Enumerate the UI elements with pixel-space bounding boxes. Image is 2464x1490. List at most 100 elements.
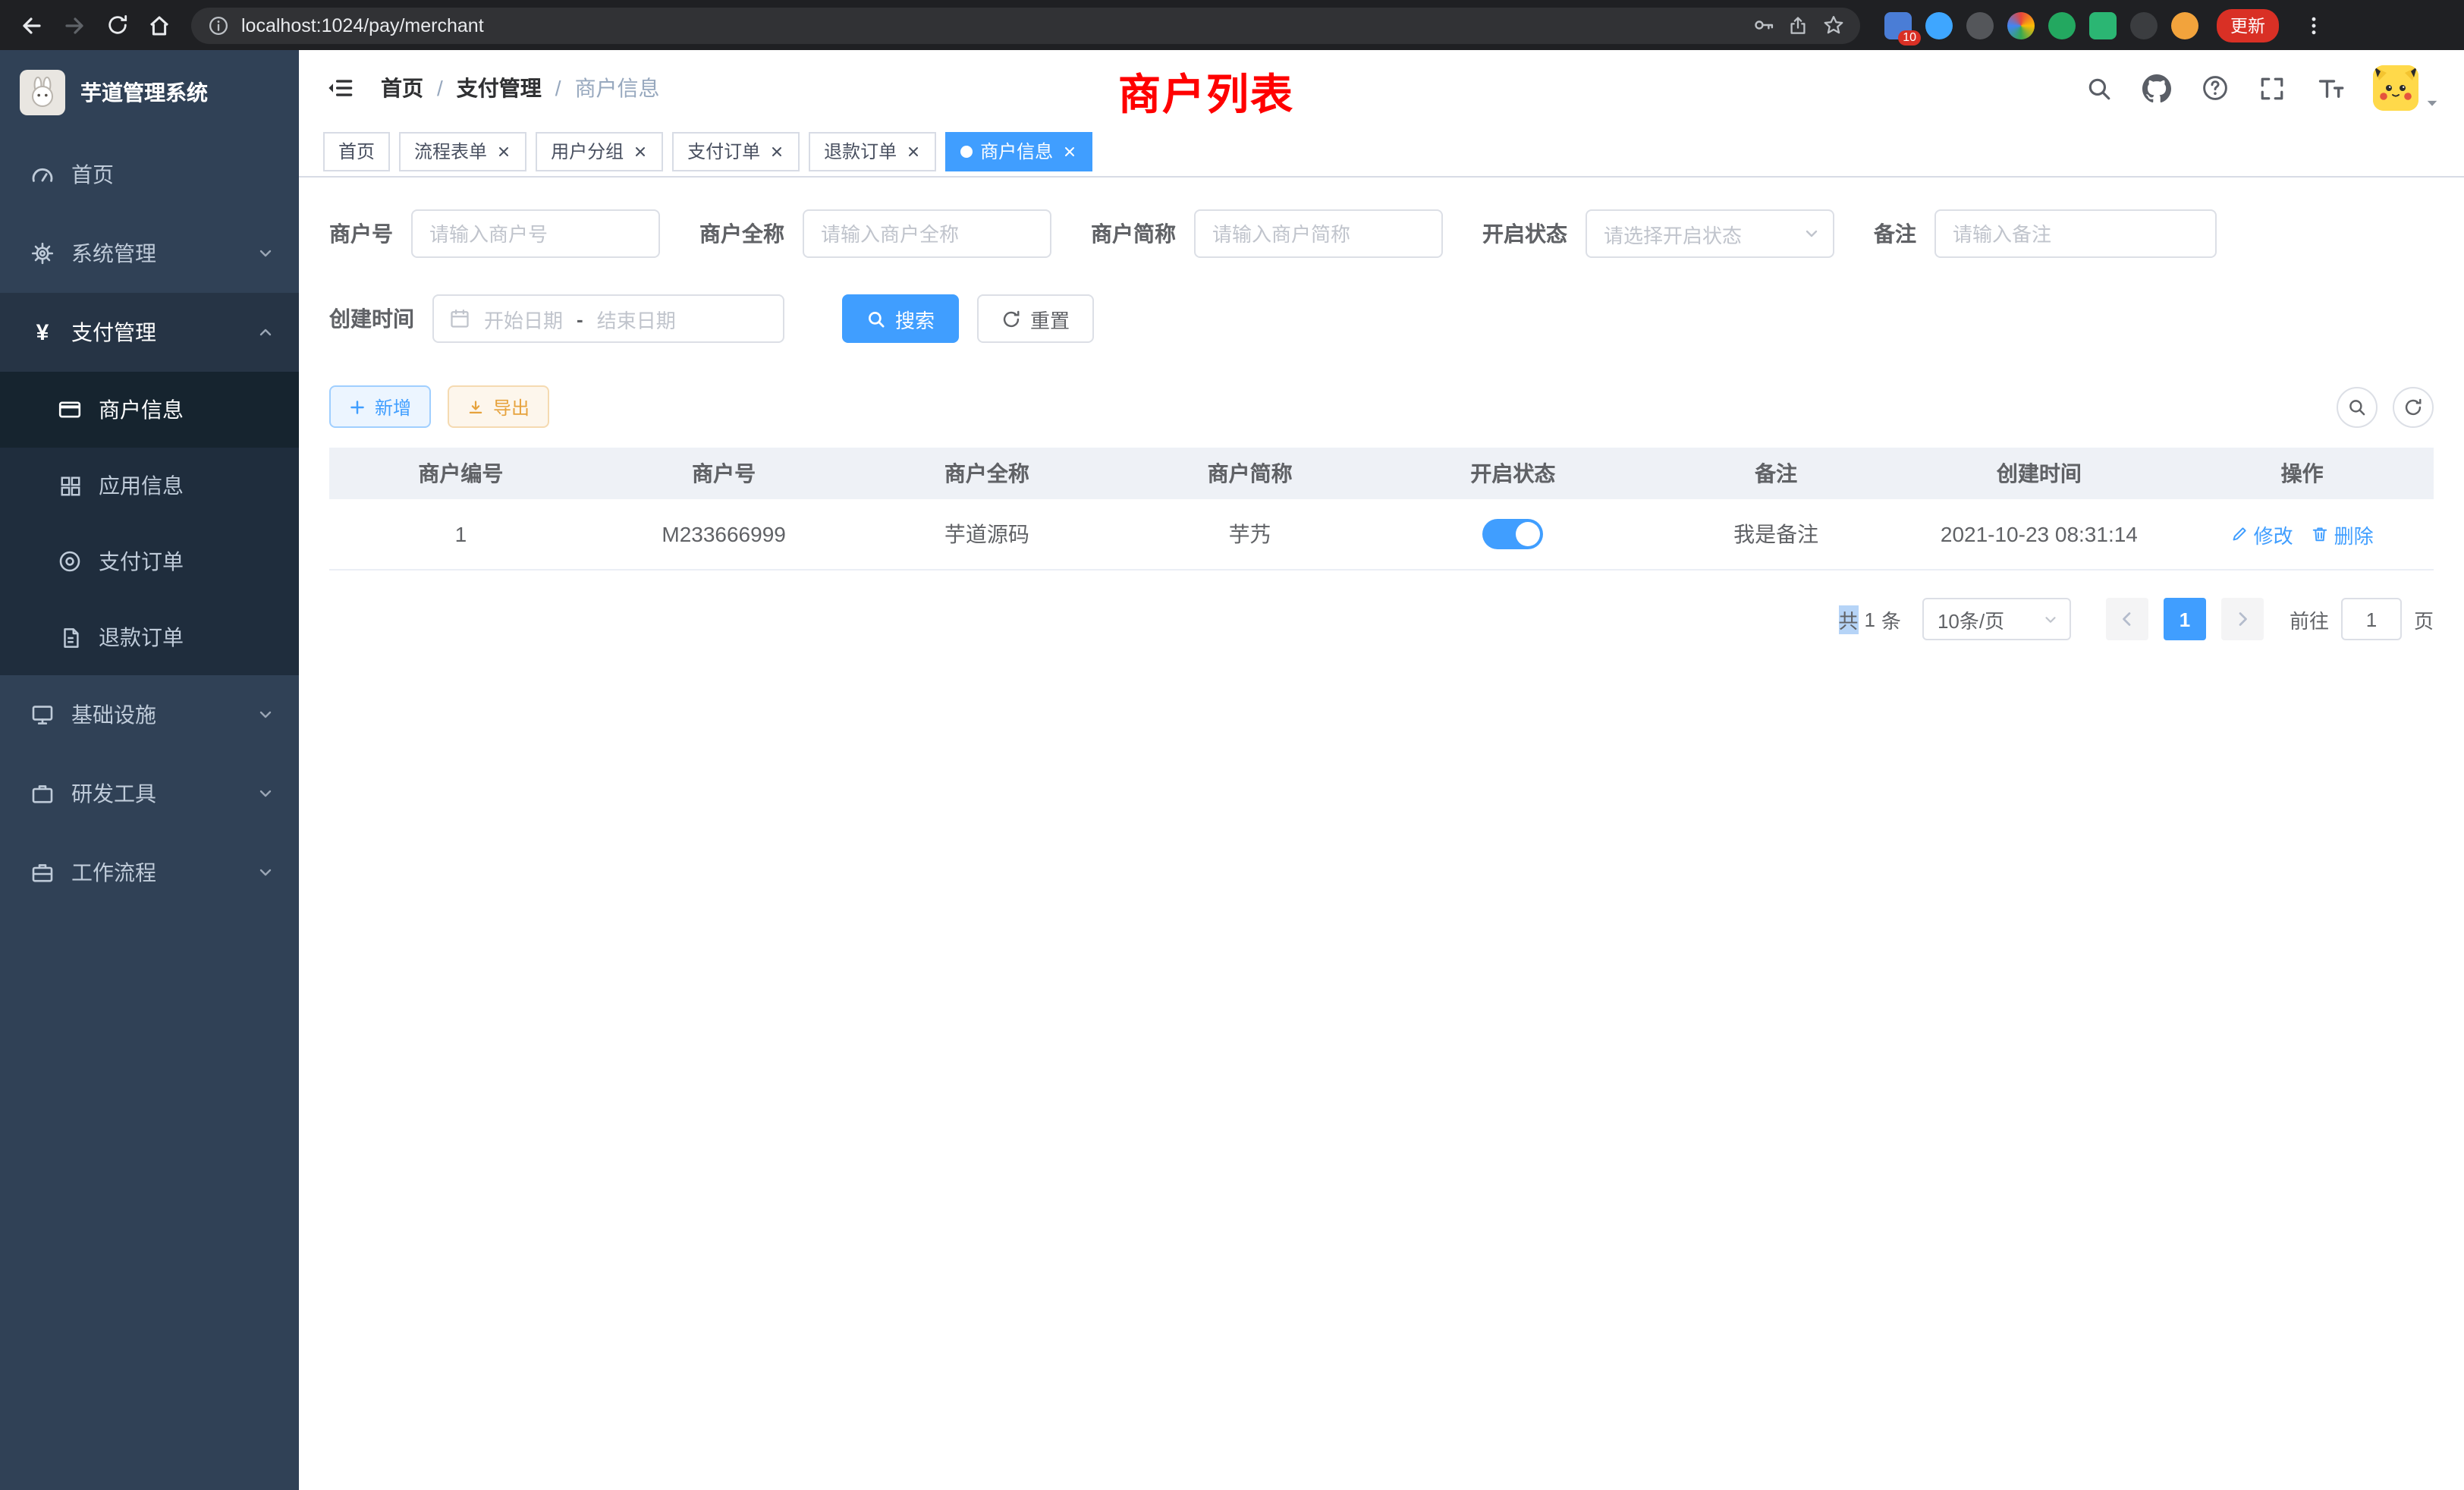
home-icon[interactable]	[140, 5, 179, 45]
col-header: 操作	[2170, 448, 2434, 499]
sidebar-item-home[interactable]: 首页	[0, 135, 299, 214]
fullscreen-icon[interactable]	[2258, 74, 2286, 102]
browser-menu-icon[interactable]	[2294, 5, 2334, 45]
sidebar-item-label: 应用信息	[99, 470, 184, 501]
font-size-icon[interactable]	[2315, 74, 2344, 102]
tab-home[interactable]: 首页	[323, 131, 390, 171]
edit-pencil-icon	[2231, 525, 2249, 543]
reload-icon[interactable]	[97, 5, 137, 45]
sidebar-item-pay[interactable]: ¥ 支付管理	[0, 293, 299, 372]
user-menu[interactable]	[2373, 65, 2440, 111]
app-title: 芋道管理系统	[80, 77, 208, 108]
delete-link[interactable]: 删除	[2312, 520, 2374, 549]
cell-merchant-id: 1	[329, 499, 592, 569]
status-select[interactable]: 请选择开启状态	[1586, 209, 1834, 258]
extension-icon-pin[interactable]	[2130, 11, 2158, 39]
sidebar-fold-icon[interactable]	[323, 71, 357, 105]
sidebar-item-merchant-info[interactable]: 商户信息	[0, 372, 299, 448]
search-button[interactable]: 搜索	[842, 294, 959, 343]
site-info-icon[interactable]	[206, 13, 231, 37]
breadcrumb-separator: /	[555, 76, 561, 100]
top-navbar: 首页 / 支付管理 / 商户信息 商户列表	[299, 50, 2464, 126]
table-body: 1 M233666999 芋道源码 芋艿 我是备注 2021-10-23 08:…	[329, 499, 2434, 571]
breadcrumb-home[interactable]: 首页	[381, 73, 423, 103]
tab-process-form[interactable]: 流程表单	[399, 131, 526, 171]
tab-user-group[interactable]: 用户分组	[536, 131, 663, 171]
sidebar-item-app-info[interactable]: 应用信息	[0, 448, 299, 523]
reset-button[interactable]: 重置	[977, 294, 1094, 343]
back-icon[interactable]	[12, 5, 52, 45]
export-button[interactable]: 导出	[448, 385, 549, 428]
close-icon[interactable]	[1061, 143, 1077, 159]
extension-icon-dark[interactable]	[1966, 11, 1994, 39]
sidebar-item-system[interactable]: 系统管理	[0, 214, 299, 293]
forward-icon[interactable]	[55, 5, 94, 45]
extension-icon-colorful[interactable]	[2007, 11, 2035, 39]
next-page-button[interactable]	[2221, 598, 2264, 640]
filter-merchant-no: 商户号	[329, 209, 660, 258]
sidebar-item-devtools[interactable]: 研发工具	[0, 754, 299, 833]
merchant-no-input[interactable]	[411, 209, 660, 258]
close-icon[interactable]	[631, 143, 648, 159]
avatar[interactable]	[2373, 65, 2418, 111]
extension-icon-green[interactable]	[2048, 11, 2076, 39]
filter-merchant-name: 商户全称	[699, 209, 1051, 258]
help-icon[interactable]	[2200, 74, 2229, 102]
extension-icon-notes[interactable]	[2089, 11, 2117, 39]
merchant-name-input[interactable]	[803, 209, 1051, 258]
col-header: 商户编号	[329, 448, 592, 499]
sidebar-item-label: 退款订单	[99, 622, 184, 652]
extension-icon-blue[interactable]: 10	[1884, 11, 1912, 39]
password-key-icon[interactable]	[1751, 13, 1775, 37]
close-icon[interactable]	[904, 143, 921, 159]
cell-status	[1381, 499, 1645, 569]
sidebar-item-refund-order[interactable]: 退款订单	[0, 599, 299, 675]
chevron-down-icon	[256, 244, 275, 262]
merchant-short-input[interactable]	[1194, 209, 1443, 258]
add-button[interactable]: 新增	[329, 385, 431, 428]
github-icon[interactable]	[2142, 74, 2171, 102]
tab-pay-order[interactable]: 支付订单	[672, 131, 800, 171]
filter-create-time: 创建时间 开始日期 - 结束日期	[329, 294, 784, 343]
sidebar-item-infra[interactable]: 基础设施	[0, 675, 299, 754]
chevron-down-icon	[256, 863, 275, 882]
tab-label: 用户分组	[551, 138, 624, 164]
delete-link-label: 删除	[2334, 520, 2374, 549]
edit-link[interactable]: 修改	[2231, 520, 2293, 549]
remark-input[interactable]	[1934, 209, 2217, 258]
app-logo[interactable]: 芋道管理系统	[0, 50, 299, 135]
page-number-1[interactable]: 1	[2164, 598, 2206, 640]
status-switch[interactable]	[1482, 519, 1543, 549]
extension-icon-drop[interactable]	[1925, 11, 1953, 39]
sidebar-item-label: 首页	[71, 159, 114, 190]
gear-icon	[30, 241, 55, 266]
search-icon[interactable]	[2085, 74, 2114, 102]
chrome-update-button[interactable]: 更新	[2217, 8, 2279, 42]
total-suffix: 条	[1881, 605, 1901, 633]
reset-button-label: 重置	[1030, 304, 1070, 333]
sidebar-item-workflow[interactable]: 工作流程	[0, 833, 299, 912]
page-size-select[interactable]: 10条/页	[1922, 598, 2071, 640]
close-icon[interactable]	[495, 143, 511, 159]
breadcrumb-pay[interactable]: 支付管理	[457, 73, 542, 103]
chevron-down-icon	[256, 706, 275, 724]
show-search-toggle-button[interactable]	[2337, 386, 2378, 427]
bookmark-star-icon[interactable]	[1821, 13, 1845, 37]
profile-avatar-icon[interactable]	[2171, 11, 2198, 39]
close-icon[interactable]	[768, 143, 784, 159]
grid-icon	[58, 473, 82, 498]
total-count: 1	[1864, 608, 1875, 630]
tab-refund-order[interactable]: 退款订单	[809, 131, 936, 171]
goto-page-input[interactable]	[2341, 598, 2402, 640]
date-range-picker[interactable]: 开始日期 - 结束日期	[432, 294, 784, 343]
share-icon[interactable]	[1786, 13, 1810, 37]
sidebar: 芋道管理系统 首页 系统管理	[0, 50, 299, 1490]
prev-page-button[interactable]	[2106, 598, 2148, 640]
refresh-table-button[interactable]	[2393, 386, 2434, 427]
sidebar-item-pay-order[interactable]: 支付订单	[0, 523, 299, 599]
url-bar[interactable]: localhost:1024/pay/merchant	[191, 7, 1860, 43]
merchant-page: 商户号 商户全称 商户简称 开启状态 请选择开启状态	[299, 178, 2464, 1490]
tab-merchant-info[interactable]: 商户信息	[945, 131, 1092, 171]
pay-submenu: 商户信息 应用信息 支付订单	[0, 372, 299, 675]
table-row: 1 M233666999 芋道源码 芋艿 我是备注 2021-10-23 08:…	[329, 499, 2434, 571]
